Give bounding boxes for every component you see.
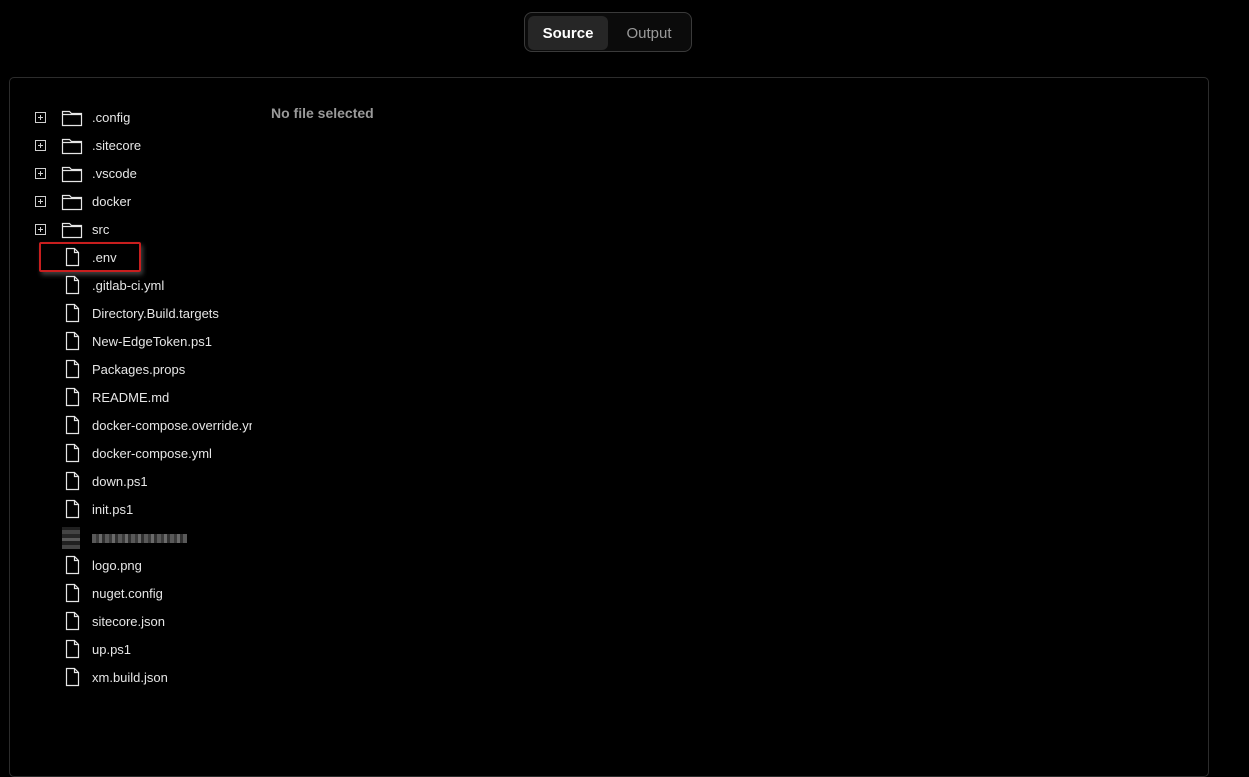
tree-file-redacted[interactable] — [10, 524, 260, 552]
folder-icon — [61, 194, 83, 211]
explorer-panel: .config .sitecore .vscode docker src .en… — [9, 77, 1209, 777]
plus-square-icon[interactable] — [35, 112, 46, 123]
tree-folder[interactable]: .vscode — [10, 160, 260, 188]
file-icon — [65, 387, 80, 407]
tree-item-label: logo.png — [92, 558, 142, 573]
file-icon — [65, 611, 80, 631]
tree-item-label: docker-compose.override.yml — [92, 418, 252, 433]
tab-source[interactable]: Source — [528, 16, 608, 50]
file-icon — [65, 275, 80, 295]
tree-item-label: .gitlab-ci.yml — [92, 278, 165, 293]
file-icon — [65, 667, 80, 687]
file-tree: .config .sitecore .vscode docker src .en… — [10, 104, 260, 692]
folder-icon — [61, 138, 83, 155]
tree-folder[interactable]: src — [10, 216, 260, 244]
tree-folder[interactable]: .config — [10, 104, 260, 132]
plus-square-icon[interactable] — [35, 224, 46, 235]
tree-item-label: init.ps1 — [92, 502, 134, 517]
folder-icon — [61, 166, 83, 183]
file-icon — [65, 247, 80, 267]
file-icon — [65, 443, 80, 463]
file-icon — [65, 639, 80, 659]
tree-item-label: sitecore.json — [92, 614, 165, 629]
tree-file[interactable]: down.ps1 — [10, 468, 260, 496]
tree-file[interactable]: docker-compose.yml — [10, 440, 260, 468]
tree-file[interactable]: Packages.props — [10, 356, 260, 384]
no-file-selected-message: No file selected — [271, 105, 374, 121]
tree-item-label: up.ps1 — [92, 642, 132, 657]
plus-square-icon[interactable] — [35, 168, 46, 179]
tree-file[interactable]: sitecore.json — [10, 608, 260, 636]
redacted-label — [92, 534, 187, 543]
tree-file[interactable]: README.md — [10, 384, 260, 412]
tree-item-label: src — [92, 222, 110, 237]
tree-item-label: .config — [92, 110, 131, 125]
folder-icon — [61, 222, 83, 239]
tree-item-label: README.md — [92, 390, 170, 405]
file-icon — [65, 303, 80, 323]
tree-file[interactable]: nuget.config — [10, 580, 260, 608]
tree-item-label: .env — [92, 250, 117, 265]
file-icon — [65, 331, 80, 351]
tree-file[interactable]: Directory.Build.targets — [10, 300, 260, 328]
file-icon — [65, 415, 80, 435]
file-icon — [65, 583, 80, 603]
view-tabs: Source Output — [524, 12, 692, 52]
tree-item-label: Packages.props — [92, 362, 186, 377]
tree-folder[interactable]: docker — [10, 188, 260, 216]
tree-file[interactable]: docker-compose.override.yml — [10, 412, 260, 440]
tree-folder[interactable]: .sitecore — [10, 132, 260, 160]
file-icon — [65, 499, 80, 519]
tree-file[interactable]: New-EdgeToken.ps1 — [10, 328, 260, 356]
tab-output[interactable]: Output — [610, 16, 688, 50]
plus-square-icon[interactable] — [35, 140, 46, 151]
tree-item-label: down.ps1 — [92, 474, 148, 489]
tree-file[interactable]: up.ps1 — [10, 636, 260, 664]
folder-icon — [61, 110, 83, 127]
file-icon — [65, 471, 80, 491]
tree-item-label: .sitecore — [92, 138, 142, 153]
tree-file[interactable]: .gitlab-ci.yml — [10, 272, 260, 300]
tree-item-label: xm.build.json — [92, 670, 168, 685]
tree-file[interactable]: xm.build.json — [10, 664, 260, 692]
tree-item-label: nuget.config — [92, 586, 163, 601]
tree-item-label: .vscode — [92, 166, 137, 181]
tree-file-selected[interactable]: .env — [10, 242, 260, 272]
tree-item-label: docker — [92, 194, 132, 209]
file-icon — [65, 359, 80, 379]
file-icon — [65, 555, 80, 575]
tree-item-label: docker-compose.yml — [92, 446, 212, 461]
plus-square-icon[interactable] — [35, 196, 46, 207]
tree-item-label: Directory.Build.targets — [92, 306, 219, 321]
tree-file[interactable]: init.ps1 — [10, 496, 260, 524]
tree-item-label: New-EdgeToken.ps1 — [92, 334, 212, 349]
tree-file[interactable]: logo.png — [10, 552, 260, 580]
redacted-file-icon — [62, 527, 80, 549]
